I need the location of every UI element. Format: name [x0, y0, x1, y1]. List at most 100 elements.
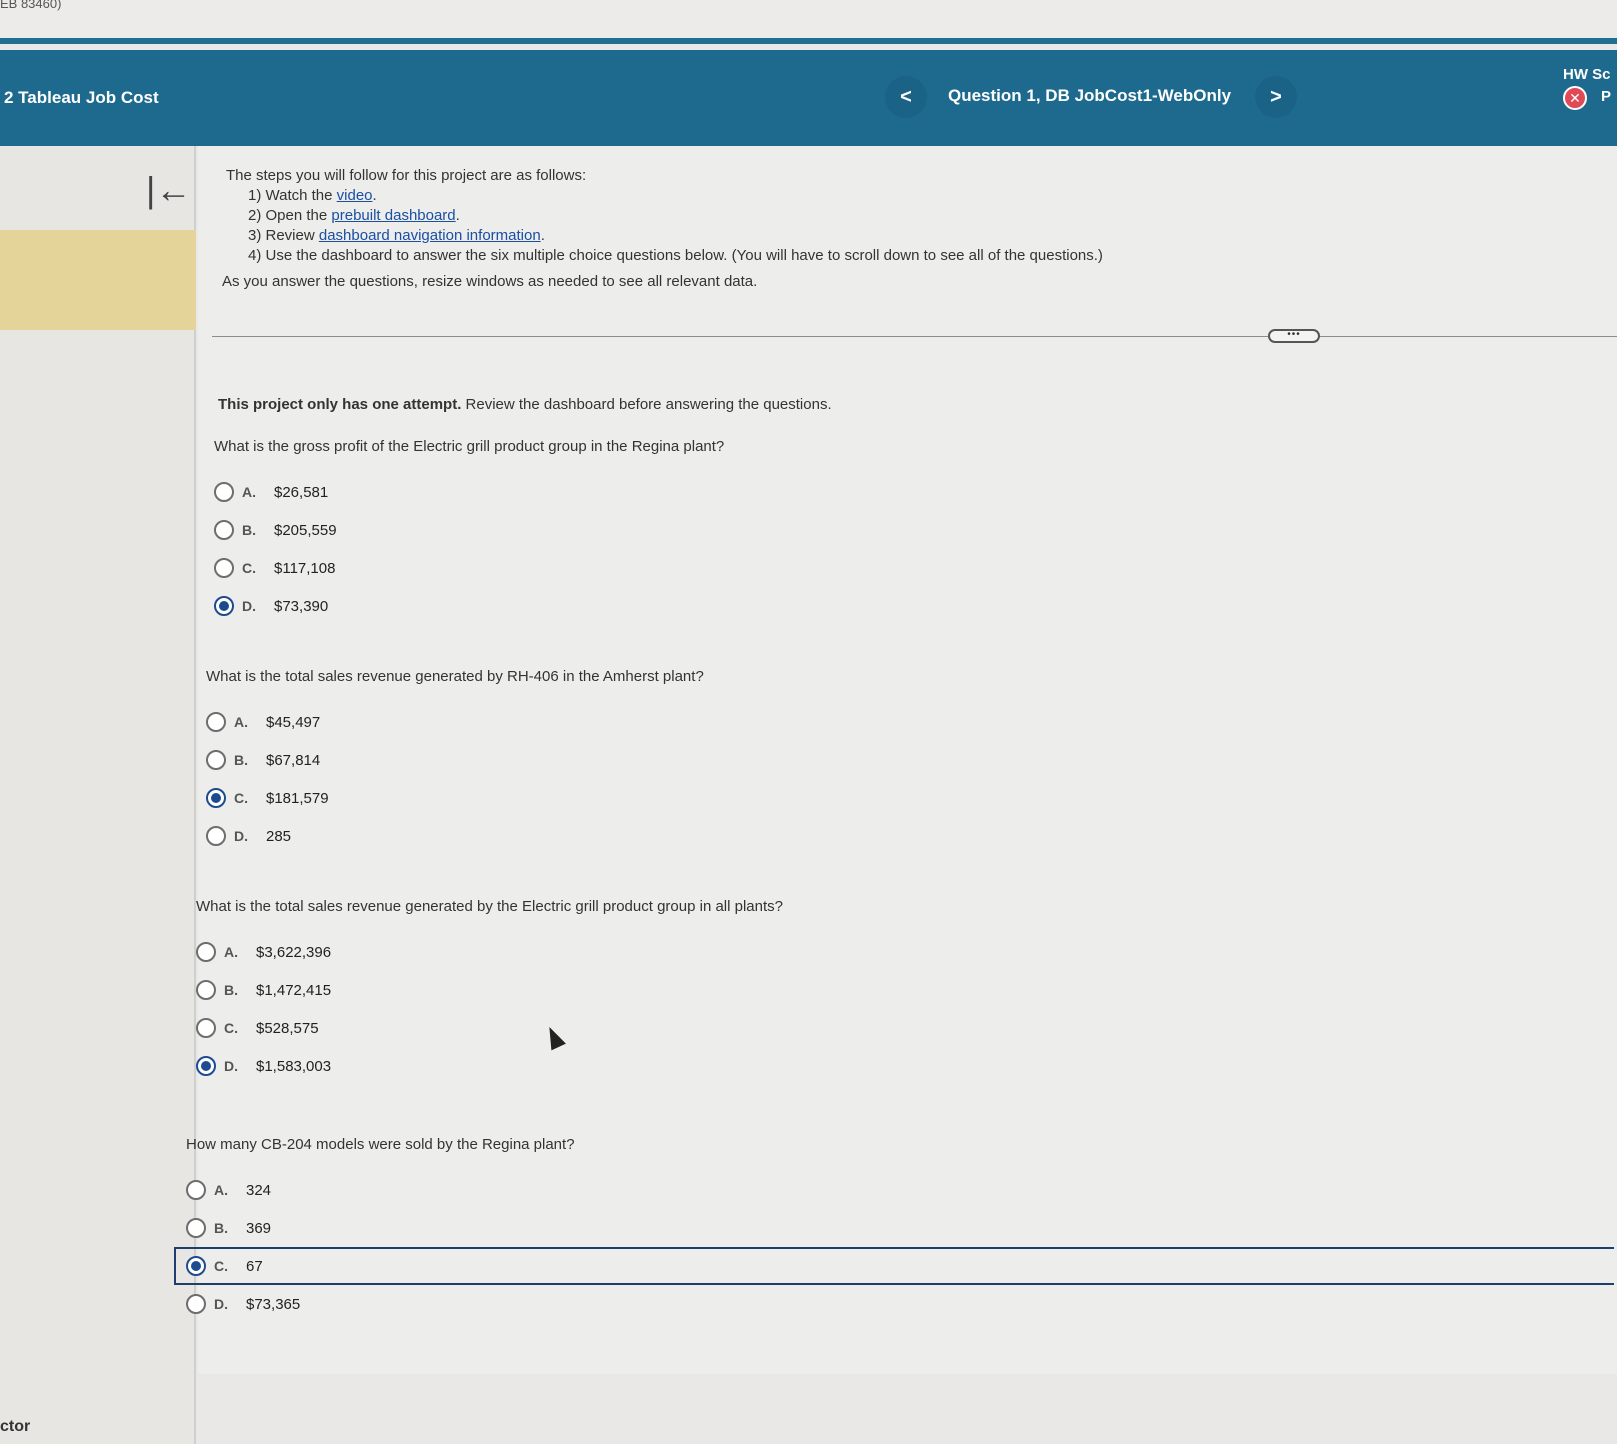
option-value: $73,365 [246, 1295, 301, 1313]
radio-button[interactable] [196, 980, 216, 1000]
course-title[interactable]: 2 Tableau Job Cost [4, 88, 159, 108]
option-b[interactable]: B. $205,559 [214, 511, 724, 549]
option-b[interactable]: B. $67,814 [206, 741, 704, 779]
step-4: 4) Use the dashboard to answer the six m… [248, 247, 1103, 264]
option-value: $45,497 [266, 713, 321, 731]
sidebar-highlight [0, 230, 196, 330]
option-d[interactable]: D. $73,365 [186, 1285, 1614, 1323]
question-prompt: What is the total sales revenue generate… [196, 898, 783, 915]
option-b[interactable]: B. $1,472,415 [196, 971, 783, 1009]
option-value: $205,559 [274, 521, 337, 539]
question-prompt: What is the gross profit of the Electric… [214, 438, 725, 455]
option-letter: D. [224, 1058, 238, 1074]
radio-button[interactable] [186, 1180, 206, 1200]
dashboard-navigation-link[interactable]: dashboard navigation information [319, 227, 541, 244]
option-c[interactable]: C. $528,575 [196, 1009, 783, 1047]
option-c[interactable]: C. 67 [174, 1247, 1614, 1285]
step-2-suffix: . [455, 207, 460, 224]
top-crumb: EB 83460) [0, 0, 62, 11]
radio-button[interactable] [206, 750, 226, 770]
option-letter: A. [242, 484, 256, 500]
radio-button-selected[interactable] [186, 1256, 206, 1276]
attempt-note: This project only has one attempt. Revie… [218, 396, 832, 413]
option-b[interactable]: B. 369 [186, 1209, 1614, 1247]
video-link[interactable]: video [337, 187, 373, 204]
radio-button[interactable] [206, 826, 226, 846]
step-2: 2) Open the prebuilt dashboard. [226, 206, 1103, 226]
close-glyph: ✕ [1569, 89, 1581, 106]
option-letter: D. [214, 1296, 228, 1312]
sidebar-bottom-label: ctor [0, 1418, 31, 1435]
step-3-prefix: 3) Review [248, 227, 319, 244]
radio-button-selected[interactable] [214, 596, 234, 616]
option-value: $181,579 [266, 789, 329, 807]
option-c[interactable]: C. $181,579 [206, 779, 704, 817]
instructions-intro: The steps you will follow for this proje… [226, 167, 587, 184]
option-letter: C. [242, 560, 256, 576]
step-1-suffix: . [372, 187, 377, 204]
radio-button[interactable] [196, 942, 216, 962]
option-value: $3,622,396 [256, 943, 332, 961]
radio-button[interactable] [214, 558, 234, 578]
section-divider [212, 336, 1617, 337]
option-a[interactable]: A. $45,497 [206, 703, 704, 741]
close-icon[interactable]: ✕ [1563, 86, 1587, 110]
option-value: $117,108 [274, 559, 336, 577]
question-2: What is the total sales revenue generate… [206, 668, 704, 855]
radio-button[interactable] [186, 1294, 206, 1314]
hw-score-label: HW Sc [1563, 66, 1611, 83]
option-letter: B. [234, 752, 248, 768]
radio-button[interactable] [206, 712, 226, 732]
option-d[interactable]: D. 285 [206, 817, 704, 855]
sidebar: |← ctor [0, 146, 196, 1444]
option-value: $528,575 [256, 1019, 319, 1037]
option-a[interactable]: A. $26,581 [214, 473, 724, 511]
option-a[interactable]: A. $3,622,396 [196, 933, 783, 971]
option-letter: A. [224, 944, 238, 960]
radio-button[interactable] [214, 520, 234, 540]
option-value: 324 [246, 1181, 272, 1199]
option-letter: C. [224, 1020, 238, 1036]
option-value: $73,390 [274, 597, 329, 615]
chevron-right-icon: > [1270, 85, 1282, 108]
next-question-button[interactable]: > [1255, 76, 1297, 118]
option-letter: C. [234, 790, 248, 806]
radio-button[interactable] [214, 482, 234, 502]
question-1: What is the gross profit of the Electric… [214, 438, 724, 625]
previous-question-button[interactable]: < [885, 76, 927, 118]
assignment-header: 2 Tableau Job Cost < Question 1, DB JobC… [0, 50, 1617, 146]
step-1: 1) Watch the video. [226, 186, 1103, 206]
question-4: How many CB-204 models were sold by the … [174, 1136, 1614, 1323]
option-letter: B. [242, 522, 256, 538]
points-label: P [1601, 88, 1612, 105]
step-1-prefix: 1) Watch the [248, 187, 337, 204]
option-letter: B. [224, 982, 238, 998]
attempt-note-rest: Review the dashboard before answering th… [461, 396, 832, 413]
option-c[interactable]: C. $117,108 [214, 549, 724, 587]
radio-button-selected[interactable] [196, 1056, 216, 1076]
option-d[interactable]: D. $1,583,003 [196, 1047, 783, 1085]
option-value: 285 [266, 827, 292, 845]
option-d[interactable]: D. $73,390 [214, 587, 724, 625]
question-prompt: What is the total sales revenue generate… [206, 668, 704, 685]
option-letter: C. [214, 1258, 228, 1274]
option-letter: A. [214, 1182, 228, 1198]
option-value: $1,472,415 [256, 981, 332, 999]
option-letter: A. [234, 714, 248, 730]
radio-button[interactable] [196, 1018, 216, 1038]
top-strip: EB 83460) [0, 0, 1617, 40]
option-letter: D. [234, 828, 248, 844]
question-3: What is the total sales revenue generate… [196, 898, 783, 1085]
header-accent-line [0, 38, 1617, 44]
prebuilt-dashboard-link[interactable]: prebuilt dashboard [331, 207, 455, 224]
option-value: $67,814 [266, 751, 321, 769]
radio-button-selected[interactable] [206, 788, 226, 808]
collapse-sidebar-icon[interactable]: |← [146, 172, 191, 208]
more-options-button[interactable]: ••• [1268, 329, 1320, 343]
option-a[interactable]: A. 324 [186, 1171, 1614, 1209]
step-2-prefix: 2) Open the [248, 207, 332, 224]
question-prompt: How many CB-204 models were sold by the … [186, 1136, 575, 1153]
chevron-left-icon: < [900, 85, 912, 108]
question-title[interactable]: Question 1, DB JobCost1-WebOnly [948, 86, 1231, 106]
radio-button[interactable] [186, 1218, 206, 1238]
